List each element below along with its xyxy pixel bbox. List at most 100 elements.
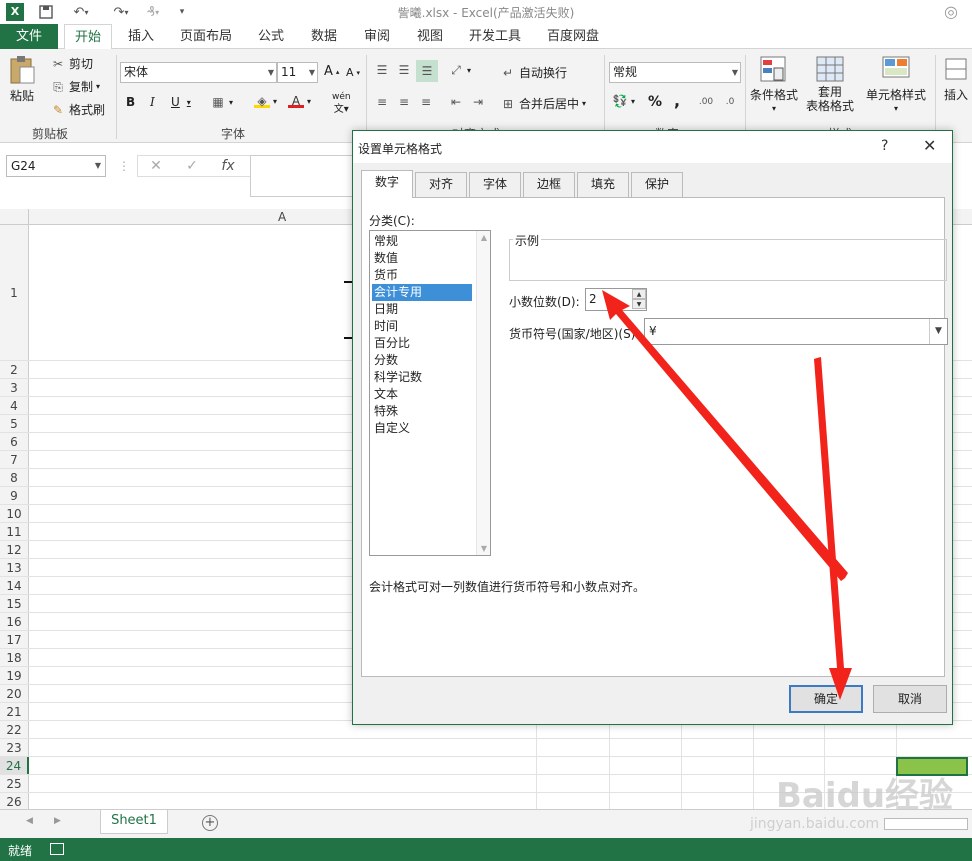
orientation-button[interactable]: ⤢ ▾: [448, 63, 471, 77]
decrease-font-button[interactable]: A ▾: [346, 66, 360, 79]
category-scrollbar[interactable]: ▲ ▼: [476, 231, 490, 555]
next-sheet-icon[interactable]: ▶: [54, 816, 61, 826]
category-scientific[interactable]: 科学记数: [372, 369, 472, 386]
help-button[interactable]: ?: [881, 138, 888, 154]
wrap-text-button[interactable]: ↵ 自动换行: [500, 64, 567, 81]
number-format-select[interactable]: 常规 ▼: [609, 62, 741, 83]
format-painter-button[interactable]: ✎ 格式刷: [50, 101, 105, 118]
row-header[interactable]: 14: [0, 577, 29, 594]
row-header[interactable]: 26: [0, 793, 29, 809]
row-header[interactable]: 17: [0, 631, 29, 648]
tab-developer[interactable]: 开发工具: [462, 24, 528, 49]
row-header[interactable]: 12: [0, 541, 29, 558]
tab-baidu-netdisk[interactable]: 百度网盘: [540, 24, 606, 49]
row-header[interactable]: 19: [0, 667, 29, 684]
scroll-down-icon[interactable]: ▼: [477, 544, 490, 553]
row-header[interactable]: 11: [0, 523, 29, 540]
tab-review[interactable]: 审阅: [356, 24, 398, 49]
currency-symbol-select[interactable]: ¥ ▼: [644, 318, 948, 345]
align-top-button[interactable]: ☰: [374, 63, 390, 77]
row-header[interactable]: 18: [0, 649, 29, 666]
bold-button[interactable]: B: [126, 95, 135, 109]
dialog-tab-fill[interactable]: 填充: [577, 172, 629, 197]
category-accounting[interactable]: 会计专用: [372, 284, 472, 301]
tab-file[interactable]: 文件: [0, 24, 58, 49]
merge-center-button[interactable]: ⊞ 合并后居中 ▾: [500, 95, 586, 112]
ok-button[interactable]: 确定: [789, 685, 863, 713]
spin-up-icon[interactable]: ▲: [632, 289, 646, 299]
dialog-tab-protection[interactable]: 保护: [631, 172, 683, 197]
category-list[interactable]: 常规 数值 货币 会计专用 日期 时间 百分比 分数 科学记数 文本 特殊 自定…: [369, 230, 491, 556]
row-header[interactable]: 15: [0, 595, 29, 612]
selected-cell-g24[interactable]: [896, 757, 968, 776]
category-custom[interactable]: 自定义: [372, 420, 472, 437]
underline-button[interactable]: U ▾: [171, 95, 191, 109]
decrease-decimal-button[interactable]: .0: [722, 95, 738, 109]
row-header[interactable]: 6: [0, 433, 29, 450]
cancel-formula-button[interactable]: ✕: [138, 158, 174, 174]
cancel-button[interactable]: 取消: [873, 685, 947, 713]
conditional-format-button[interactable]: 条件格式 ▾: [750, 55, 798, 113]
increase-decimal-button[interactable]: .00: [698, 95, 714, 109]
tab-data[interactable]: 数据: [303, 24, 345, 49]
cut-button[interactable]: ✂ 剪切: [50, 55, 93, 72]
border-button[interactable]: ▦ ▾: [210, 95, 233, 109]
row-header[interactable]: 16: [0, 613, 29, 630]
row-header[interactable]: 3: [0, 379, 29, 396]
paste-button[interactable]: 粘贴: [8, 55, 36, 104]
row-header[interactable]: 8: [0, 469, 29, 486]
decrease-indent-button[interactable]: ⇤: [448, 95, 464, 109]
tab-formulas[interactable]: 公式: [250, 24, 292, 49]
italic-button[interactable]: I: [150, 95, 155, 109]
percent-button[interactable]: %: [648, 94, 662, 110]
row-header[interactable]: 7: [0, 451, 29, 468]
align-center-button[interactable]: ≡: [396, 95, 412, 109]
category-time[interactable]: 时间: [372, 318, 472, 335]
phonetic-button[interactable]: wén 文▾: [332, 93, 351, 115]
enter-formula-button[interactable]: ✓: [174, 158, 210, 174]
dialog-tab-number[interactable]: 数字: [361, 170, 413, 198]
scroll-up-icon[interactable]: ▲: [477, 233, 490, 242]
insert-cells-button[interactable]: 插入: [944, 55, 968, 103]
row-header[interactable]: 23: [0, 739, 29, 756]
category-fraction[interactable]: 分数: [372, 352, 472, 369]
add-sheet-button[interactable]: +: [202, 815, 218, 831]
category-number[interactable]: 数值: [372, 250, 472, 267]
category-text[interactable]: 文本: [372, 386, 472, 403]
font-size-select[interactable]: 11 ▼: [277, 62, 318, 83]
sheet-tab-sheet1[interactable]: Sheet1: [100, 810, 168, 834]
column-a-header[interactable]: A: [278, 210, 286, 224]
accounting-format-button[interactable]: 💱 ▾: [612, 94, 636, 108]
insert-function-button[interactable]: fx: [210, 158, 246, 174]
account-icon[interactable]: ◎: [944, 2, 958, 21]
macro-record-icon[interactable]: [50, 843, 64, 855]
prev-sheet-icon[interactable]: ◀: [26, 816, 33, 826]
horizontal-scrollbar[interactable]: [884, 818, 968, 830]
tab-insert[interactable]: 插入: [120, 24, 162, 49]
category-special[interactable]: 特殊: [372, 403, 472, 420]
font-color-button[interactable]: A ▾: [288, 94, 311, 108]
name-box[interactable]: G24 ▼: [6, 155, 106, 177]
row-header[interactable]: 4: [0, 397, 29, 414]
row-header[interactable]: 24: [0, 757, 29, 774]
tab-page-layout[interactable]: 页面布局: [174, 24, 238, 49]
dialog-tab-alignment[interactable]: 对齐: [415, 172, 467, 197]
row-header[interactable]: 22: [0, 721, 29, 738]
close-button[interactable]: ✕: [923, 136, 936, 155]
dialog-tab-font[interactable]: 字体: [469, 172, 521, 197]
category-general[interactable]: 常规: [372, 233, 472, 250]
spin-down-icon[interactable]: ▼: [632, 299, 646, 309]
fill-color-button[interactable]: ◈ ▾: [254, 94, 277, 108]
align-middle-button[interactable]: ☰: [396, 63, 412, 77]
increase-indent-button[interactable]: ⇥: [470, 95, 486, 109]
align-right-button[interactable]: ≡: [418, 95, 434, 109]
increase-font-button[interactable]: A ▴: [324, 64, 339, 79]
comma-button[interactable]: ,: [674, 91, 680, 110]
row-header[interactable]: 2: [0, 361, 29, 378]
copy-button[interactable]: ⎘ 复制 ▾: [50, 78, 100, 95]
tab-home[interactable]: 开始: [64, 24, 112, 50]
row-header[interactable]: 9: [0, 487, 29, 504]
row-header[interactable]: 5: [0, 415, 29, 432]
decimal-places-spinner[interactable]: ▲ ▼: [632, 289, 647, 310]
row-header[interactable]: 25: [0, 775, 29, 792]
